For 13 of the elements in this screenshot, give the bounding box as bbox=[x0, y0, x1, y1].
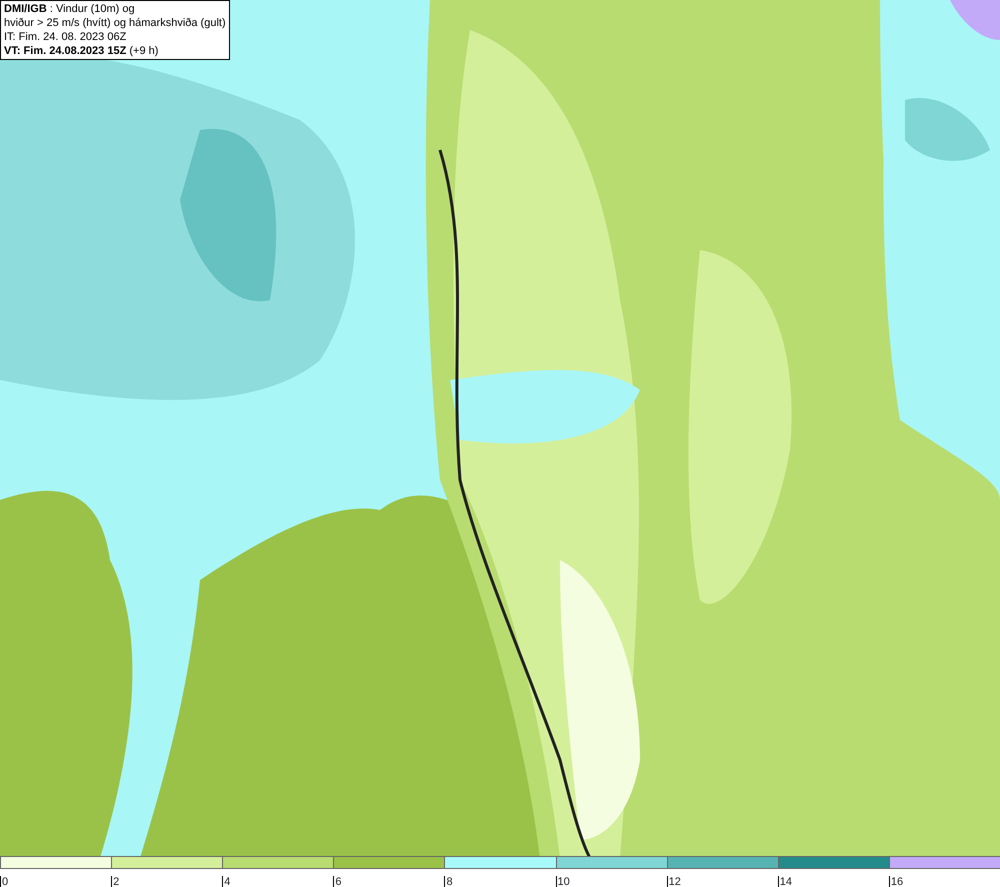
legend-tick-label: 12 bbox=[666, 876, 681, 887]
legend-tick-label: 0 bbox=[0, 876, 8, 887]
title-line: VT: Fim. 24.08.2023 15Z (+9 h) bbox=[4, 44, 160, 58]
title-line: DMI/IGB : Vindur (10m) og bbox=[4, 2, 136, 16]
legend-tick-label: 2 bbox=[111, 876, 120, 887]
legend-tick-label: 10 bbox=[556, 876, 570, 887]
title-line: IT: Fim. 24. 08. 2023 06Z bbox=[4, 30, 128, 44]
legend-tick-label: 6 bbox=[333, 876, 342, 887]
legend-tick-label: 16 bbox=[888, 876, 904, 887]
legend-tick-label: 8 bbox=[444, 876, 453, 887]
legend-tick-label: 4 bbox=[222, 876, 230, 887]
title-line: hviður > 25 m/s (hvítt) og hámarkshviða (gult) bbox=[4, 16, 226, 30]
legend-tick-label: 14 bbox=[778, 876, 792, 887]
